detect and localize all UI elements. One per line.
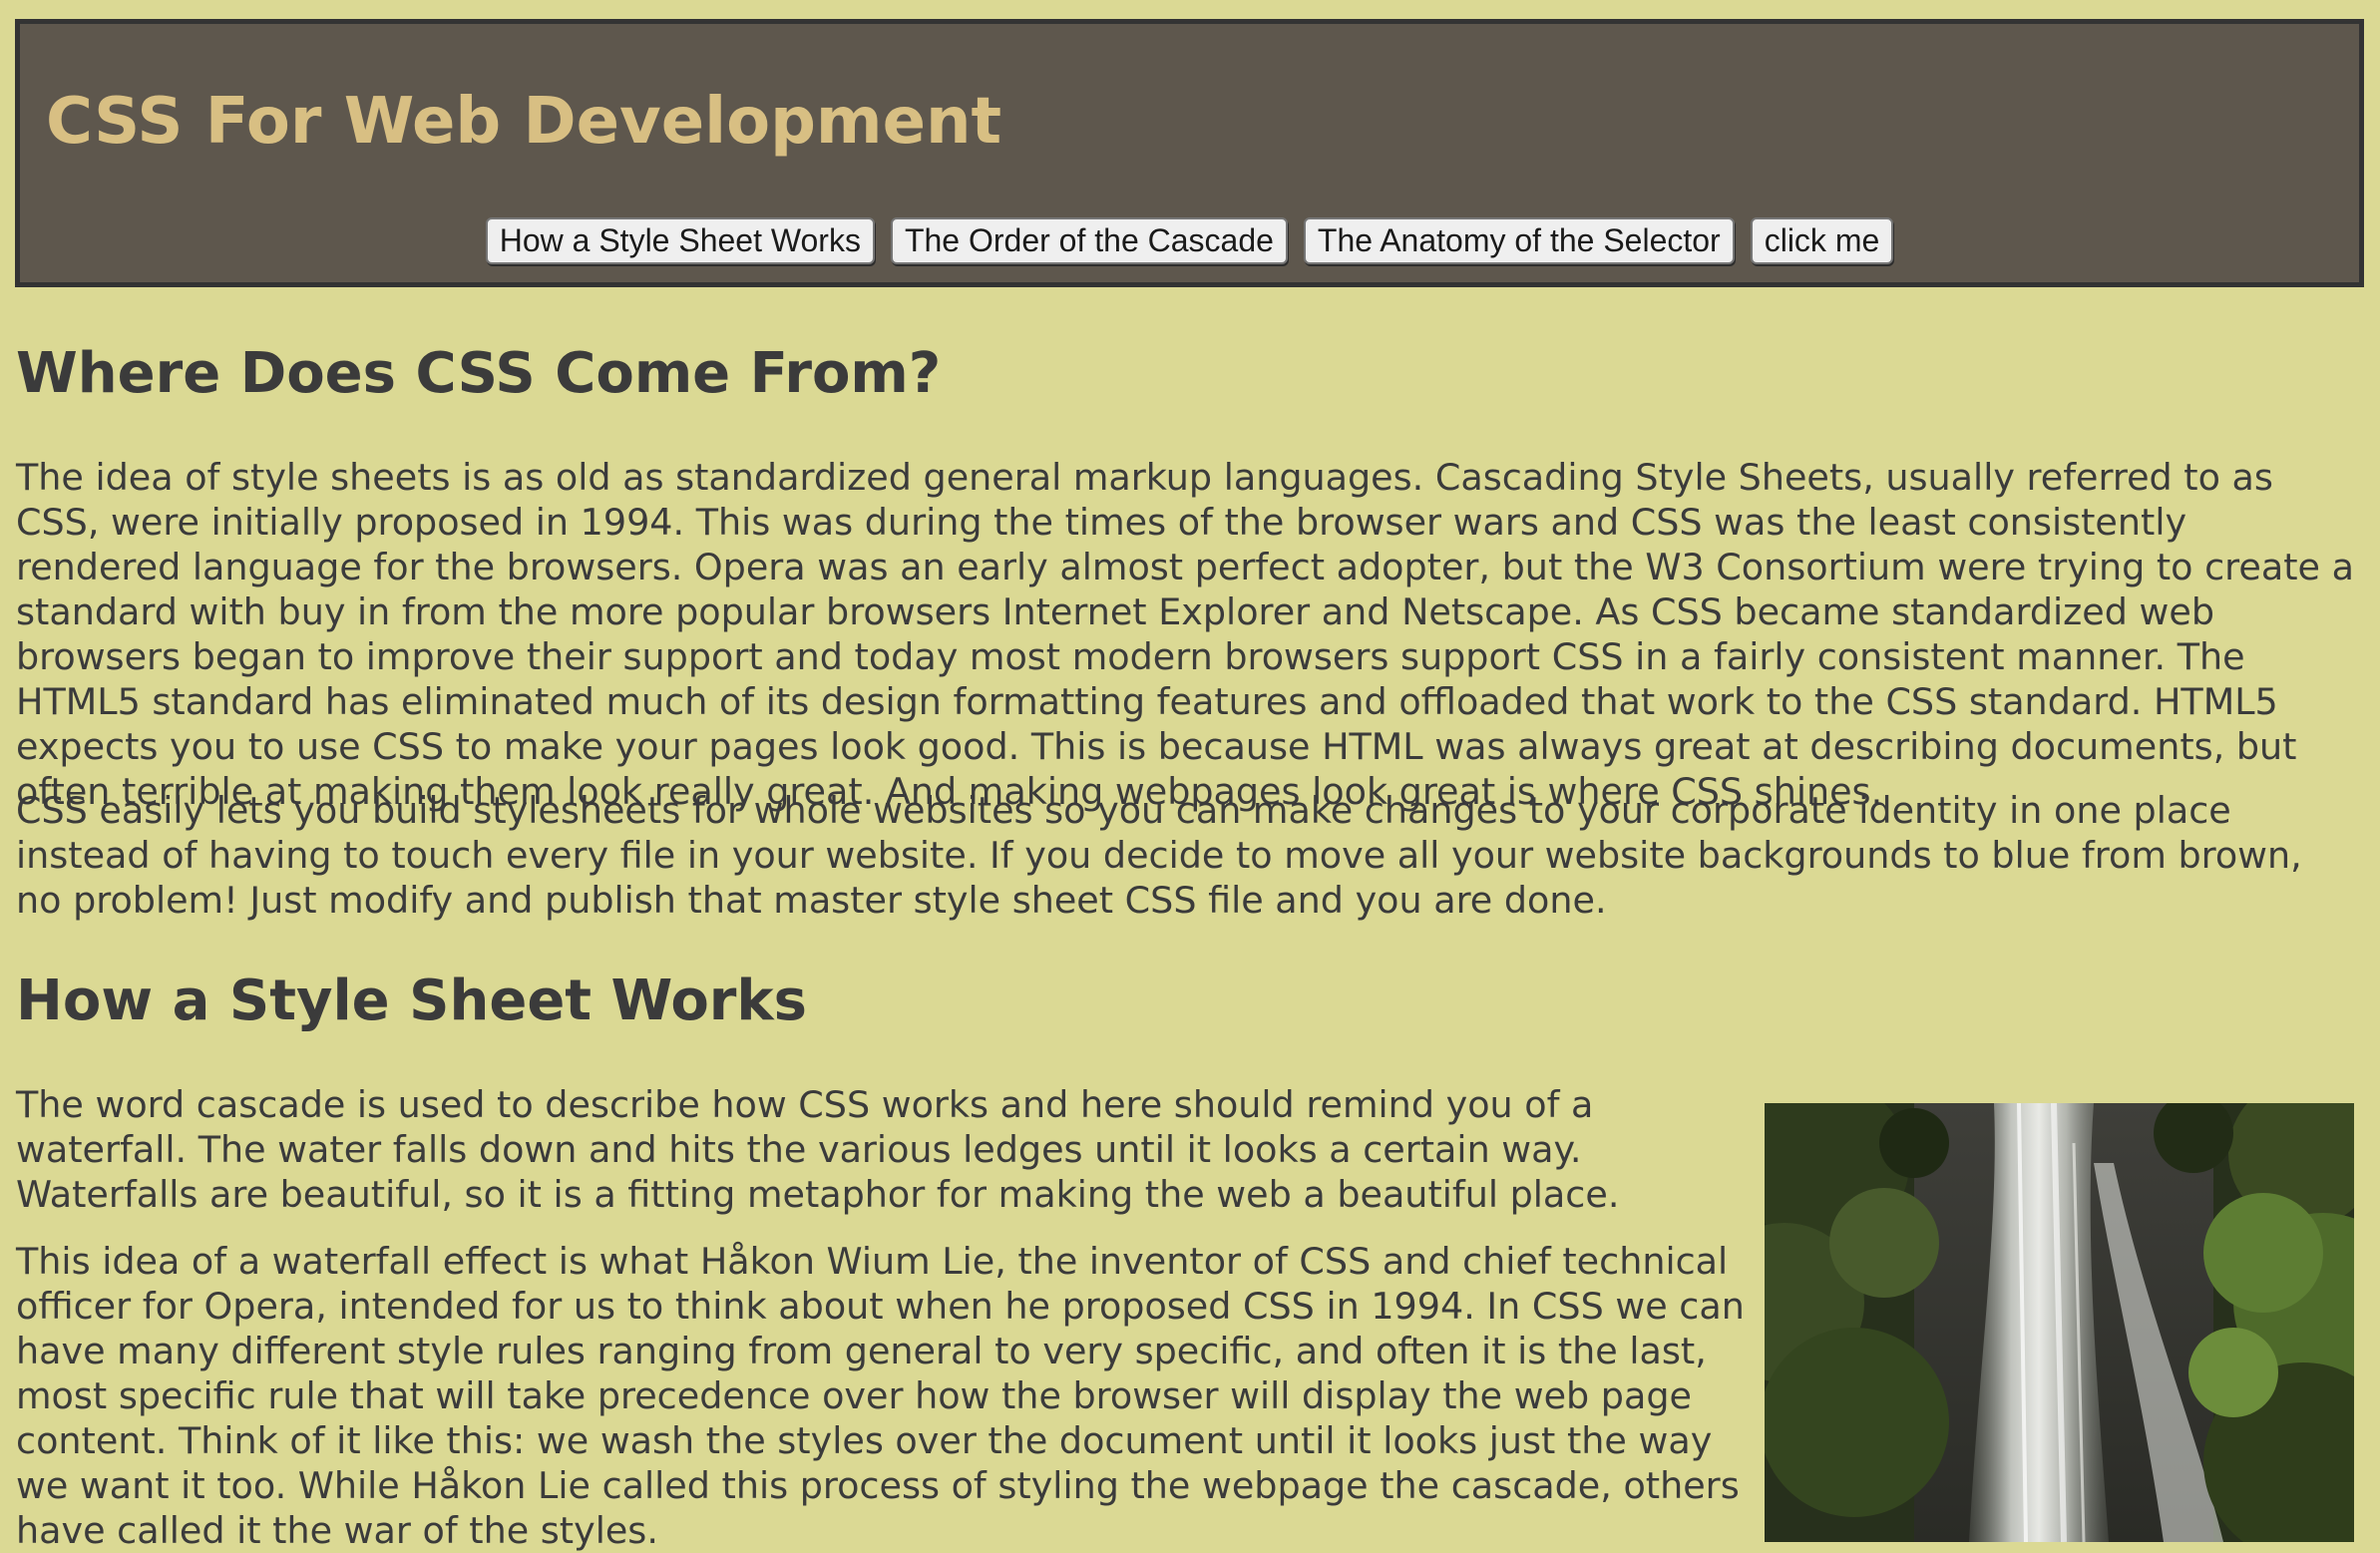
waterfall-image <box>1765 1103 2354 1542</box>
section-paragraph: The word cascade is used to describe how… <box>16 1083 1620 1216</box>
section-paragraph: This idea of a waterfall effect is what … <box>16 1240 1745 1552</box>
section-paragraph: CSS easily lets you build stylesheets fo… <box>16 789 2302 922</box>
section-paragraph: The idea of style sheets is as old as st… <box>16 456 2354 813</box>
site-title: CSS For Web Development <box>46 85 1002 159</box>
section-heading-where-css-comes-from: Where Does CSS Come From? <box>16 341 942 406</box>
nav-button-order-of-cascade[interactable]: The Order of the Cascade <box>890 217 1288 264</box>
click-me-button[interactable]: click me <box>1750 217 1894 264</box>
nav-button-style-sheet-works[interactable]: How a Style Sheet Works <box>485 217 875 264</box>
section-heading-how-style-sheet-works: How a Style Sheet Works <box>16 969 807 1033</box>
nav-button-anatomy-of-selector[interactable]: The Anatomy of the Selector <box>1303 217 1735 264</box>
site-header: CSS For Web Development How a Style Shee… <box>15 19 2364 287</box>
main-nav: How a Style Sheet Works The Order of the… <box>20 217 2359 264</box>
